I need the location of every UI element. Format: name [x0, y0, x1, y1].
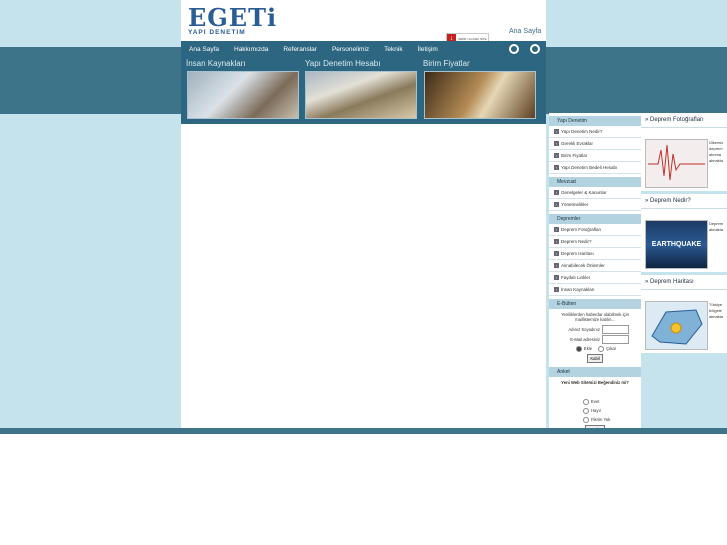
sidebar-item[interactable]: › Yapı Denetim Nedir? [549, 126, 641, 138]
arrow-icon: › [554, 190, 559, 195]
remove-radio[interactable] [598, 345, 605, 352]
arrow-icon: › [554, 227, 559, 232]
mail-icon[interactable] [508, 44, 519, 54]
hero-image-hr[interactable] [187, 71, 299, 119]
hero-title-prices[interactable]: Birim Fiyatlar [423, 59, 470, 68]
nav-item-contact[interactable]: İletişim [410, 46, 445, 53]
hero-image-prices[interactable] [424, 71, 536, 119]
map-image[interactable] [645, 301, 708, 350]
nav-icons [503, 41, 546, 57]
add-radio[interactable] [575, 345, 582, 352]
main-content: EGETi YAPI DENETIM ↓ İNDİR / KLASİK SİTE… [181, 0, 546, 428]
home-link[interactable]: Ana Sayfa [509, 28, 541, 35]
arrow-icon: › [554, 165, 559, 170]
arrow-icon: › [554, 239, 559, 244]
sidebar-item[interactable]: › Deprem Haritası [549, 248, 641, 260]
sidebar: Yapı Denetim › Yapı Denetim Nedir? › Gerek… [549, 113, 641, 434]
poll-radio[interactable] [583, 407, 589, 414]
seismograph-icon [648, 144, 705, 181]
arrow-icon: › [554, 202, 559, 207]
arrow-icon: › [554, 251, 559, 256]
home-icon[interactable] [530, 44, 541, 54]
what-is-text: Deprem almakta [709, 221, 724, 232]
name-row: Adınız Soyadınız [549, 324, 641, 334]
earthquake-image[interactable]: EARTHQUAKE [645, 220, 708, 269]
section-yapi-denetim: Yapı Denetim [549, 116, 641, 126]
sidebar-item[interactable]: › Gerekli Evraklar [549, 138, 641, 150]
section-mevzuat: Mevzuat [549, 177, 641, 187]
nav-item-about[interactable]: Hakkımızda [226, 46, 275, 53]
seismograph-image[interactable] [645, 139, 708, 188]
poll-radio[interactable] [583, 398, 589, 405]
poll-radio[interactable] [583, 416, 589, 423]
nav-item-technical[interactable]: Teknik [376, 46, 409, 53]
photos-block: » Deprem Fotoğrafları Ülkemiz deprem alı… [641, 113, 727, 191]
nav-item-home[interactable]: Ana Sayfa [181, 46, 226, 53]
photos-title[interactable]: » Deprem Fotoğrafları [641, 113, 727, 128]
ebulten-description: Yeniliklerden haberdar olabilmek için ma… [561, 312, 629, 322]
sidebar-item[interactable]: › Faydalı Linkler [549, 272, 641, 284]
map-block: » Deprem Haritası Türkiye bölgele almakt… [641, 275, 727, 353]
arrow-icon: › [554, 263, 559, 268]
map-title[interactable]: » Deprem Haritası [641, 275, 727, 290]
section-depremler: Depremler [549, 214, 641, 224]
section-anket: Anket [549, 367, 641, 377]
hero-image-calc[interactable] [305, 71, 417, 119]
sidebar-item[interactable]: › Deprem Fotoğrafları [549, 224, 641, 236]
hero-strip: İnsan Kaynakları Yapı Denetim Hesabı Bir… [181, 57, 546, 124]
arrow-icon: › [554, 129, 559, 134]
hero-title-calc[interactable]: Yapı Denetim Hesabı [305, 59, 380, 68]
poll-option[interactable]: Evet [549, 397, 641, 406]
sidebar-item[interactable]: › Deprem Nedir? [549, 236, 641, 248]
main-nav: Ana Sayfa Hakkımızda Referanslar Persone… [181, 41, 503, 57]
add-label: Ekle [583, 346, 593, 351]
section-ebulten: E-Bülten [549, 299, 641, 309]
name-label: Adınız Soyadınız [568, 326, 600, 332]
sidebar-item[interactable]: › Alınabilecek Önlemler [549, 260, 641, 272]
news-column: » Deprem Fotoğrafları Ülkemiz deprem alı… [641, 113, 727, 428]
arrow-icon: › [554, 275, 559, 280]
poll-option[interactable]: Hayır [549, 406, 641, 415]
nav-item-staff[interactable]: Personelimiz [324, 46, 376, 53]
what-is-title[interactable]: » Deprem Nedir? [641, 194, 727, 209]
remove-label: Çıkar [606, 346, 617, 351]
content-area [181, 124, 546, 428]
footer-bar [0, 428, 727, 434]
poll-option[interactable]: Fikrim Yok [549, 415, 641, 424]
name-field[interactable] [602, 324, 629, 334]
what-is-block: » Deprem Nedir? EARTHQUAKE Deprem almakt… [641, 194, 727, 272]
photos-text: Ülkemiz deprem alınma almakta [709, 140, 724, 163]
email-label: E-Mail adresiniz [570, 336, 600, 342]
map-icon [651, 309, 703, 345]
email-field[interactable] [602, 334, 629, 344]
sidebar-item[interactable]: › Birim Fiyatlar [549, 150, 641, 162]
sidebar-item[interactable]: › Genelgeler & Kanunlar [549, 187, 641, 199]
arrow-icon: › [554, 287, 559, 292]
ebulten-submit-button[interactable]: Kabil [587, 354, 603, 363]
logo-wordmark: EGETi [188, 3, 278, 32]
sidebar-item[interactable]: › İnsan Kaynakları [549, 284, 641, 296]
sidebar-item[interactable]: › Yapı Denetim Bedeli Hesabı [549, 162, 641, 174]
sidebar-item[interactable]: › Yönetmelikler [549, 199, 641, 211]
site-logo[interactable]: EGETi YAPI DENETIM [188, 3, 278, 40]
poll-question: Yeni Web Sitemizi Beğendiniz mi? [561, 380, 629, 385]
subscribe-options: Ekle Çıkar [549, 344, 641, 353]
hero-title-hr[interactable]: İnsan Kaynakları [186, 59, 246, 68]
arrow-icon: › [554, 153, 559, 158]
email-row: E-Mail adresiniz [549, 334, 641, 344]
map-text: Türkiye bölgele almakta [709, 302, 724, 319]
arrow-icon: › [554, 141, 559, 146]
nav-item-references[interactable]: Referanslar [275, 46, 324, 53]
